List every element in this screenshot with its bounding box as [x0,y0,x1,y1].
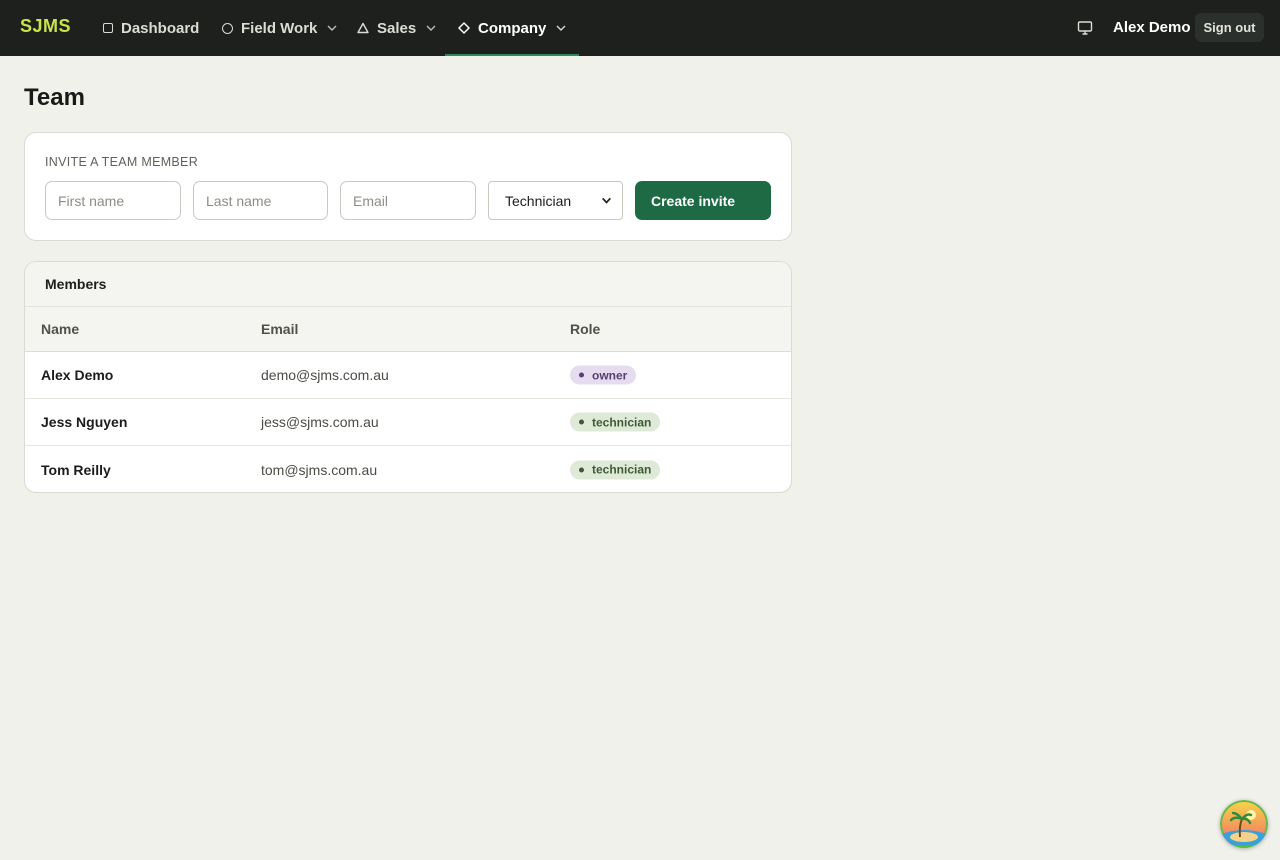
chevron-down-icon [556,23,566,33]
email-input[interactable] [340,181,476,220]
nav-dashboard-label: Dashboard [121,19,200,37]
current-user-name: Alex Demo [1113,19,1191,36]
triangle-icon [357,22,369,34]
nav-company-label: Company [478,19,547,37]
nav-dashboard[interactable]: Dashboard [103,0,199,56]
member-email: demo@sjms.com.au [261,367,389,383]
nav-sales[interactable]: Sales [357,0,436,56]
chevron-down-icon [601,193,612,209]
nav-company[interactable]: Company [444,0,580,56]
role-badge: owner [570,365,637,385]
table-row[interactable]: Alex Demo demo@sjms.com.au owner [25,352,791,399]
chevron-down-icon [426,23,436,33]
table-row[interactable]: Tom Reilly tom@sjms.com.au technician [25,446,791,492]
diamond-icon [458,22,470,34]
nav-field-work-label: Field Work [241,19,318,37]
invite-heading: INVITE A TEAM MEMBER [45,155,199,169]
role-badge: technician [570,412,661,432]
last-name-input[interactable] [193,181,328,220]
brand-logo[interactable]: SJMS [20,16,71,37]
role-select-value: Technician [505,192,572,209]
member-name: Alex Demo [41,367,114,383]
member-email: tom@sjms.com.au [261,461,378,478]
member-name: Jess Nguyen [41,414,128,430]
create-invite-button[interactable]: Create invite [635,181,771,220]
nav-field-work[interactable]: Field Work [222,0,337,56]
invite-card: INVITE A TEAM MEMBER Technician Create i… [24,132,792,241]
top-nav-bar: SJMS Dashboard Field Work Sales Company [0,0,1280,56]
member-name: Tom Reilly [41,461,111,478]
circle-icon [222,22,233,34]
members-card: Members Name Email Role Alex Demo demo@s… [24,261,792,493]
members-table-header: Name Email Role [25,307,791,352]
role-badge: technician [570,460,661,479]
column-header-name: Name [41,321,80,337]
chevron-down-icon [327,23,337,33]
column-header-email: Email [261,321,299,337]
page-title: Team [24,84,85,111]
sign-out-button[interactable]: Sign out [1195,13,1264,42]
first-name-input[interactable] [45,181,181,220]
assistant-avatar-icon[interactable] [1220,800,1268,848]
column-header-role: Role [570,321,601,337]
monitor-icon[interactable] [1077,20,1093,36]
member-email: jess@sjms.com.au [261,414,379,430]
members-title: Members [25,262,791,307]
square-icon [103,23,113,33]
table-row[interactable]: Jess Nguyen jess@sjms.com.au technician [25,399,791,446]
role-select[interactable]: Technician [488,181,623,220]
nav-sales-label: Sales [377,19,417,37]
